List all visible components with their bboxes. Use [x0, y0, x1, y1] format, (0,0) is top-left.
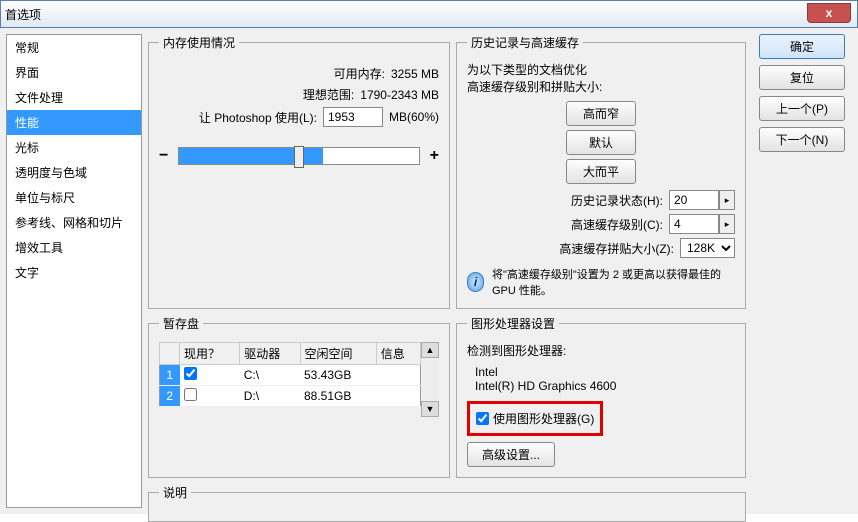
history-legend: 历史记录与高速缓存: [467, 34, 583, 51]
gpu-detected-label: 检测到图形处理器:: [467, 342, 735, 359]
cache-tile-select[interactable]: 128K: [680, 238, 735, 258]
sidebar-item-6[interactable]: 单位与标尺: [7, 185, 141, 210]
tall-thin-button[interactable]: 高而窄: [566, 101, 636, 126]
optimize-hint2: 高速缓存级别和拼贴大小:: [467, 78, 735, 95]
use-gpu-checkbox[interactable]: 使用图形处理器(G): [476, 410, 594, 427]
big-flat-button[interactable]: 大而平: [566, 159, 636, 184]
window-title: 首选项: [5, 6, 41, 23]
photoshop-use-input[interactable]: [323, 107, 383, 127]
slider-plus[interactable]: +: [430, 147, 439, 165]
col-active: 现用？: [180, 343, 240, 365]
row-info: [376, 365, 420, 386]
cache-levels-input[interactable]: [669, 214, 719, 234]
slider-track[interactable]: [178, 147, 419, 165]
scratch-disk-table: 现用？ 驱动器 空闲空间 信息 1 C:\53.43GB 2 D:\88.51GB: [159, 342, 421, 407]
row-num: 1: [160, 365, 180, 386]
history-states-spinner[interactable]: ▸: [719, 190, 735, 210]
scratch-legend: 暂存盘: [159, 315, 203, 332]
gpu-group: 图形处理器设置 检测到图形处理器: Intel Intel(R) HD Grap…: [456, 315, 746, 478]
gpu-vendor: Intel: [475, 365, 735, 379]
sidebar-item-7[interactable]: 参考线、网格和切片: [7, 210, 141, 235]
col-info: 信息: [376, 343, 420, 365]
scroll-up[interactable]: ▲: [421, 342, 439, 358]
gpu-legend: 图形处理器设置: [467, 315, 559, 332]
memory-group: 内存使用情况 可用内存: 3255 MB 理想范围: 1790-2343 MB …: [148, 34, 450, 309]
reset-button[interactable]: 复位: [759, 65, 845, 90]
col-free: 空闲空间: [300, 343, 376, 365]
highlight-box: 使用图形处理器(G): [467, 401, 603, 436]
history-states-input[interactable]: [669, 190, 719, 210]
next-button[interactable]: 下一个(N): [759, 127, 845, 152]
cache-levels-spinner[interactable]: ▸: [719, 214, 735, 234]
photoshop-use-suffix: MB(60%): [389, 110, 439, 124]
cache-tile-label: 高速缓存拼贴大小(Z):: [559, 240, 674, 257]
sidebar-item-3[interactable]: 性能: [7, 110, 141, 135]
scratch-disk-group: 暂存盘 现用？ 驱动器 空闲空间 信息 1 C:\53.43GB 2 D:\88.51…: [148, 315, 450, 478]
sidebar-item-0[interactable]: 常规: [7, 35, 141, 60]
photoshop-use-label: 让 Photoshop 使用(L):: [199, 109, 317, 126]
scratch-scroll: ▲ ▼: [421, 342, 439, 417]
table-row[interactable]: 1 C:\53.43GB: [160, 365, 421, 386]
sidebar-item-5[interactable]: 透明度与色域: [7, 160, 141, 185]
info-icon: i: [467, 272, 484, 292]
cache-levels-label: 高速缓存级别(C):: [571, 216, 663, 233]
prev-button[interactable]: 上一个(P): [759, 96, 845, 121]
scroll-track[interactable]: [421, 358, 439, 401]
sidebar-item-8[interactable]: 增效工具: [7, 235, 141, 260]
main-panel: 内存使用情况 可用内存: 3255 MB 理想范围: 1790-2343 MB …: [148, 34, 852, 508]
row-free: 53.43GB: [300, 365, 376, 386]
row-active[interactable]: [180, 386, 240, 407]
sidebar-item-9[interactable]: 文字: [7, 260, 141, 285]
cache-tip: 将"高速缓存级别"设置为 2 或更高以获得最佳的 GPU 性能。: [492, 266, 735, 298]
sidebar-item-4[interactable]: 光标: [7, 135, 141, 160]
default-button[interactable]: 默认: [566, 130, 636, 155]
description-group: 说明: [148, 484, 746, 522]
use-gpu-input[interactable]: [476, 412, 489, 425]
available-ram-label: 可用内存:: [334, 65, 385, 82]
row-drive: D:\: [240, 386, 300, 407]
table-row[interactable]: 2 D:\88.51GB: [160, 386, 421, 407]
row-drive: C:\: [240, 365, 300, 386]
history-states-label: 历史记录状态(H):: [571, 192, 663, 209]
history-cache-group: 历史记录与高速缓存 为以下类型的文档优化 高速缓存级别和拼贴大小: 高而窄 默认…: [456, 34, 746, 309]
sidebar-item-1[interactable]: 界面: [7, 60, 141, 85]
category-sidebar: 常规界面文件处理性能光标透明度与色域单位与标尺参考线、网格和切片增效工具文字: [6, 34, 142, 508]
dialog-buttons: 确定 复位 上一个(P) 下一个(N): [752, 34, 852, 309]
titlebar: 首选项 x: [0, 0, 858, 28]
gpu-model: Intel(R) HD Graphics 4600: [475, 379, 735, 393]
col-drive: 驱动器: [240, 343, 300, 365]
content-area: 常规界面文件处理性能光标透明度与色域单位与标尺参考线、网格和切片增效工具文字 内…: [0, 28, 858, 514]
available-ram-value: 3255 MB: [391, 67, 439, 81]
description-legend: 说明: [159, 484, 191, 501]
use-gpu-label: 使用图形处理器(G): [493, 410, 594, 427]
row-num: 2: [160, 386, 180, 407]
ok-button[interactable]: 确定: [759, 34, 845, 59]
slider-minus[interactable]: −: [159, 147, 168, 165]
close-button[interactable]: x: [807, 3, 851, 23]
row-free: 88.51GB: [300, 386, 376, 407]
memory-legend: 内存使用情况: [159, 34, 239, 51]
memory-slider: − +: [159, 147, 439, 165]
row-active[interactable]: [180, 365, 240, 386]
ideal-range-value: 1790-2343 MB: [360, 88, 439, 102]
scroll-down[interactable]: ▼: [421, 401, 439, 417]
slider-handle[interactable]: [294, 146, 304, 168]
optimize-hint1: 为以下类型的文档优化: [467, 61, 735, 78]
ideal-range-label: 理想范围:: [303, 86, 354, 103]
sidebar-item-2[interactable]: 文件处理: [7, 85, 141, 110]
row-info: [376, 386, 420, 407]
advanced-settings-button[interactable]: 高级设置...: [467, 442, 555, 467]
